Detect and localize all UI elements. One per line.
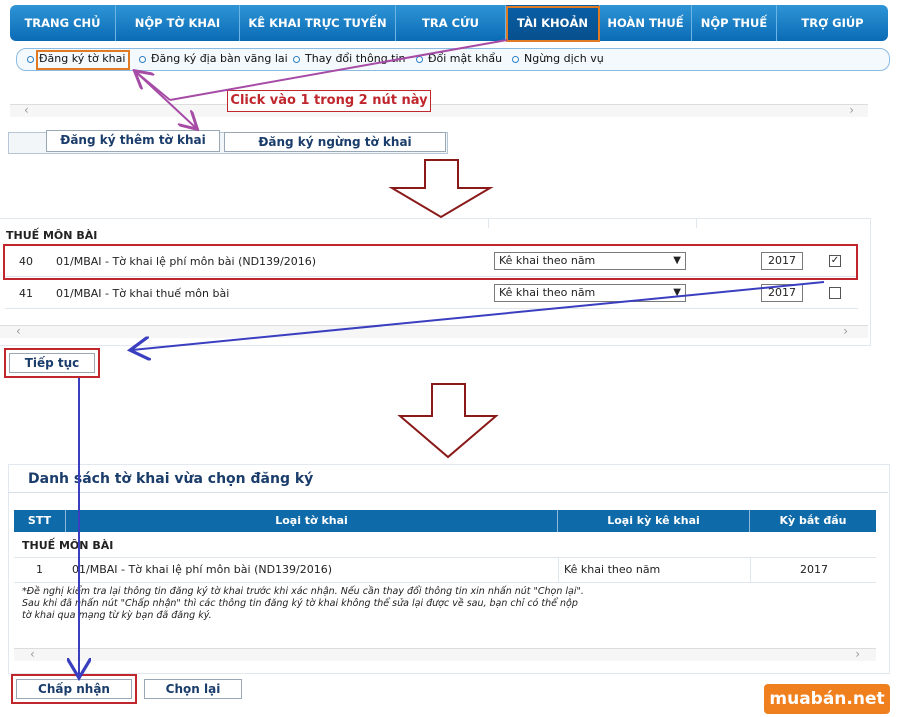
flow-down-arrow <box>388 159 494 219</box>
annotation-arrows <box>0 39 825 717</box>
flow-down-arrow <box>397 383 499 459</box>
purple-arrow <box>169 39 508 101</box>
blue-arrow <box>132 281 825 350</box>
purple-arrow <box>135 71 196 128</box>
